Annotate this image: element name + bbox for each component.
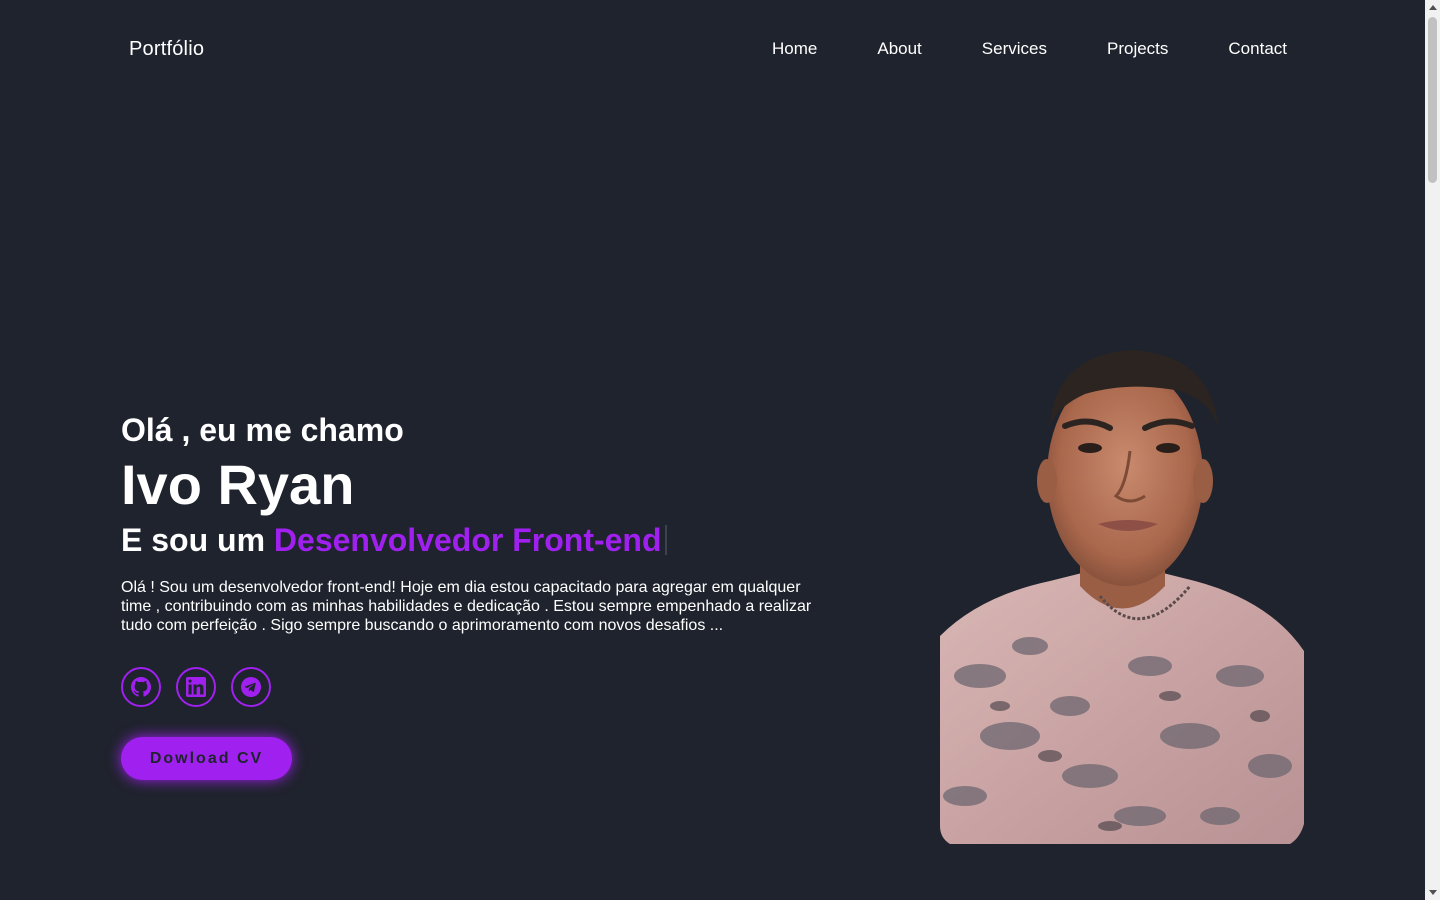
role-highlight: Desenvolvedor Front-end — [273, 522, 662, 558]
nav-home[interactable]: Home — [772, 39, 817, 59]
scrollbar-thumb[interactable] — [1428, 17, 1437, 183]
role-line: E sou um Desenvolvedor Front-end — [121, 520, 831, 560]
nav-about[interactable]: About — [877, 39, 921, 59]
hero-name: Ivo Ryan — [121, 453, 355, 516]
nav-services[interactable]: Services — [982, 39, 1047, 59]
nav-contact[interactable]: Contact — [1228, 39, 1287, 59]
page: Portfólio Home About Services Projects C… — [0, 0, 1440, 900]
scroll-down-arrow-icon[interactable] — [1425, 885, 1440, 900]
greeting: Olá , eu me chamo — [121, 412, 404, 448]
profile-photo — [940, 346, 1304, 844]
scroll-up-arrow-icon[interactable] — [1425, 0, 1440, 15]
telegram-icon — [241, 677, 261, 697]
github-link[interactable] — [121, 667, 161, 707]
role-prefix: E sou um — [121, 522, 274, 558]
download-cv-button[interactable]: Dowload CV — [121, 737, 292, 780]
social-links — [121, 667, 831, 707]
nav-projects[interactable]: Projects — [1107, 39, 1168, 59]
header: Portfólio Home About Services Projects C… — [0, 0, 1425, 100]
main-nav: Home About Services Projects Contact — [772, 39, 1287, 59]
hero-description: Olá ! Sou um desenvolvedor front-end! Ho… — [121, 579, 812, 634]
hero-content: Olá , eu me chamo Ivo Ryan E sou um Dese… — [121, 410, 831, 780]
logo-link[interactable]: Portfólio — [129, 38, 204, 61]
telegram-link[interactable] — [231, 667, 271, 707]
vertical-scrollbar[interactable] — [1425, 0, 1440, 900]
github-icon — [131, 677, 151, 697]
typing-cursor — [664, 525, 667, 555]
linkedin-link[interactable] — [176, 667, 216, 707]
linkedin-icon — [186, 677, 206, 697]
